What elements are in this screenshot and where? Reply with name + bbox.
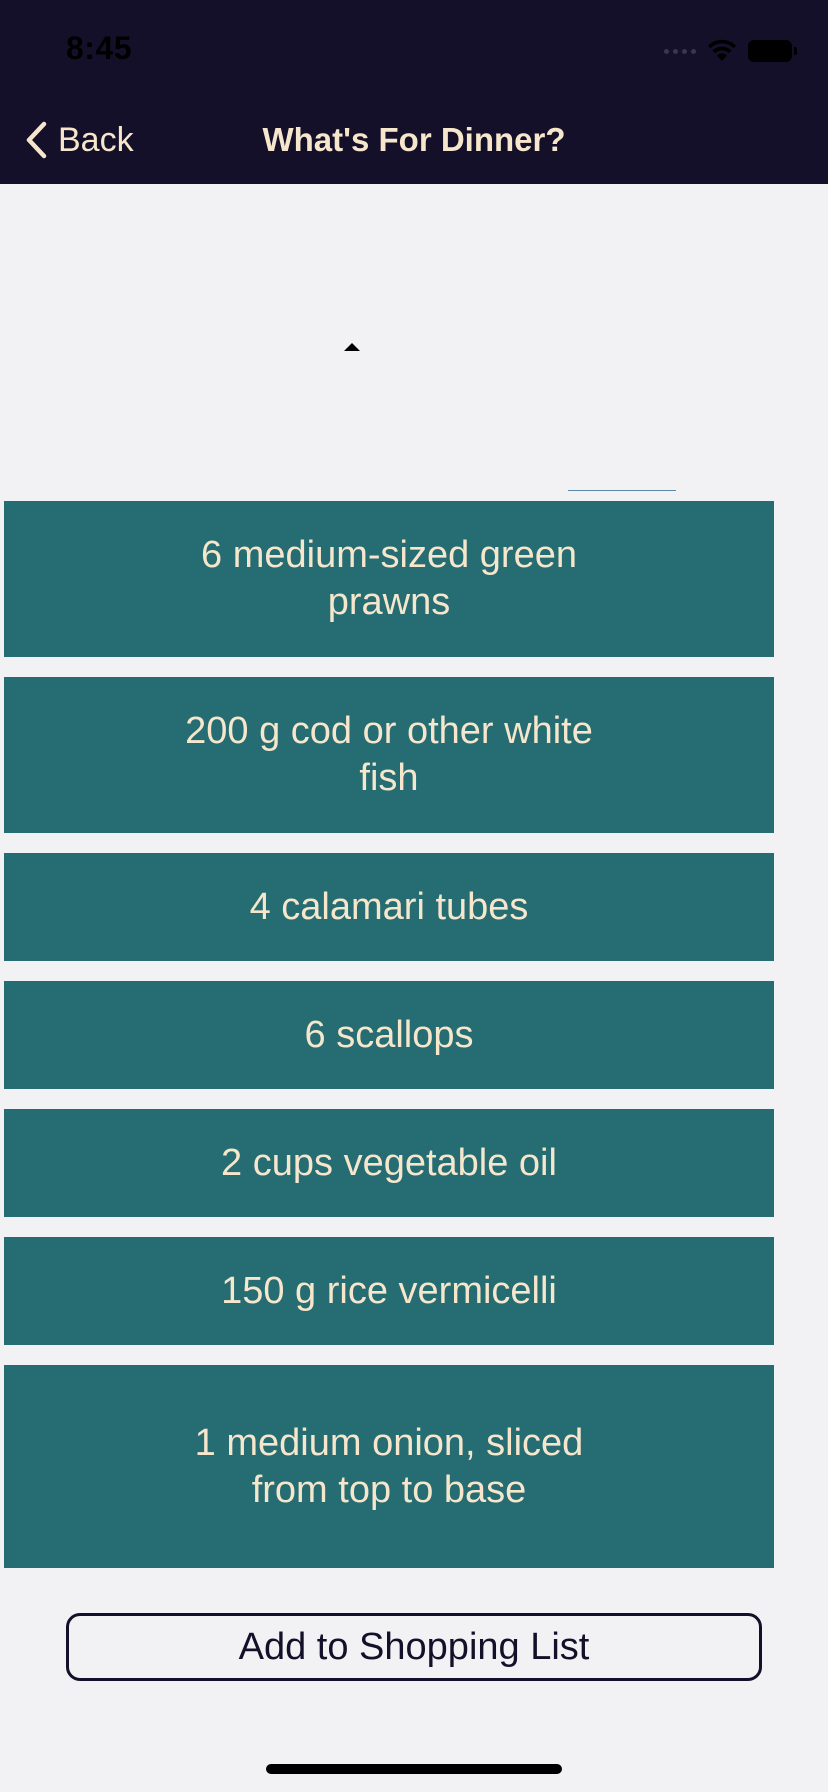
ingredient-item[interactable]: 4 calamari tubes bbox=[4, 853, 774, 961]
ingredient-item[interactable]: 6 medium-sized green prawns bbox=[4, 501, 774, 657]
ingredient-item[interactable]: 1 medium onion, sliced from top to base bbox=[4, 1365, 774, 1568]
wifi-icon bbox=[708, 39, 736, 61]
caret-up-icon bbox=[344, 343, 360, 351]
status-time: 8:45 bbox=[66, 30, 133, 66]
add-to-shopping-list-button[interactable]: Add to Shopping List bbox=[66, 1613, 762, 1681]
ingredient-item[interactable]: 6 scallops bbox=[4, 981, 774, 1089]
navigation-bar: 8:45 Back What's For Dinner? bbox=[0, 0, 828, 184]
ingredient-item[interactable]: 150 g rice vermicelli bbox=[4, 1237, 774, 1345]
ingredient-item[interactable]: 200 g cod or other white fish bbox=[4, 677, 774, 833]
header-image-area bbox=[0, 184, 828, 500]
status-icons bbox=[664, 36, 797, 66]
ingredient-item[interactable]: 2 cups vegetable oil bbox=[4, 1109, 774, 1217]
ingredient-list: 6 medium-sized green prawns 200 g cod or… bbox=[4, 501, 774, 1588]
page-title: What's For Dinner? bbox=[262, 121, 566, 158]
battery-icon bbox=[748, 40, 797, 62]
home-indicator bbox=[266, 1764, 562, 1774]
cellular-signal-icon bbox=[664, 48, 696, 54]
divider-line bbox=[568, 490, 676, 491]
